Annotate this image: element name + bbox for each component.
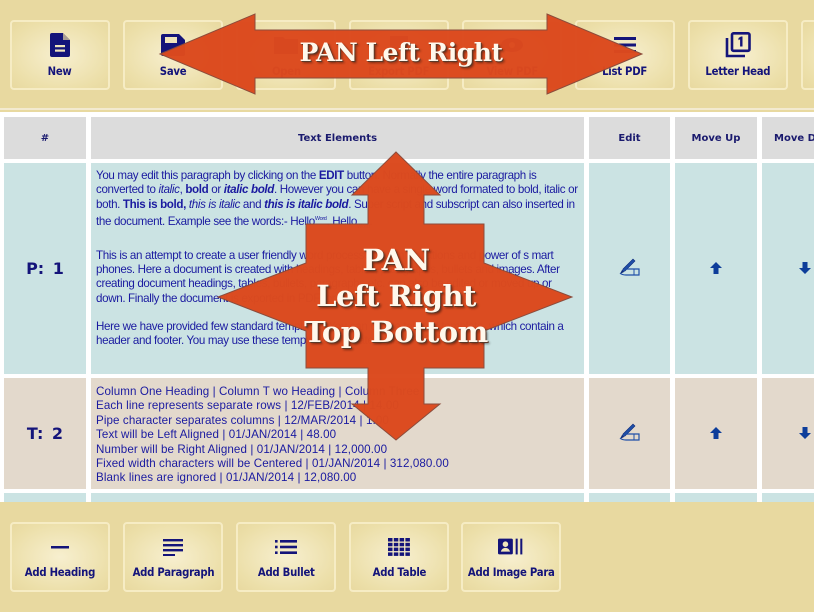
add-bullet-label: Add Bullet	[257, 564, 315, 579]
save-icon	[160, 32, 186, 58]
open-button[interactable]: Open	[236, 20, 336, 90]
save-label: Save	[159, 64, 187, 78]
new-button[interactable]: New	[10, 20, 110, 90]
table-element-content[interactable]: Column One Heading | Column T wo Heading…	[91, 378, 584, 489]
header-number: #	[4, 117, 86, 159]
edit-button-row-1[interactable]	[589, 163, 670, 374]
open-label: Open	[271, 64, 301, 78]
top-toolbar: New Save Open Export PDF View PDF List P…	[0, 0, 814, 110]
row-3-partial	[4, 493, 86, 502]
table-line: Pipe character separates columns | 12/MA…	[96, 413, 389, 427]
add-image-para-button[interactable]: Add Image Para	[461, 522, 561, 592]
table-line: Column One Heading | Column T wo Heading…	[96, 385, 420, 398]
view-pdf-button[interactable]: View PDF	[462, 20, 562, 90]
bottom-toolbar: Add Heading Add Paragraph Add Bullet Add…	[0, 502, 814, 612]
letter-head-button[interactable]: Letter Head	[688, 20, 788, 90]
new-label: New	[48, 64, 72, 78]
add-heading-label: Add Heading	[24, 564, 96, 579]
paragraph-2: This is an attempt to create a user frie…	[96, 248, 560, 305]
add-table-button[interactable]: Add Table	[349, 522, 449, 592]
row-label-t2: T: 2	[4, 378, 86, 489]
open-icon	[273, 32, 299, 58]
paragraph-content[interactable]: You may edit this paragraph by clicking …	[91, 163, 584, 374]
move-down-button-row-2[interactable]	[762, 378, 814, 489]
more-toolbar-button[interactable]	[801, 20, 814, 90]
add-heading-button[interactable]: Add Heading	[10, 522, 110, 592]
new-document-icon	[47, 32, 73, 58]
move-down-button-row-1[interactable]	[762, 163, 814, 374]
add-paragraph-label: Add Paragraph	[132, 564, 214, 579]
letter-head-icon	[725, 32, 751, 58]
view-pdf-label: View PDF	[486, 64, 538, 78]
header-edit: Edit	[589, 117, 670, 159]
row-label-p1: P: 1	[4, 163, 86, 374]
arrow-down-icon	[799, 259, 811, 278]
image-para-icon	[498, 536, 524, 558]
export-pdf-icon	[386, 32, 412, 58]
table-line: Blank lines are ignored | 01/JAN/2014 | …	[96, 471, 357, 485]
list-pdf-button[interactable]: List PDF	[575, 20, 675, 90]
row-3-partial	[91, 493, 584, 502]
arrow-up-icon	[710, 424, 722, 443]
move-up-button-row-1[interactable]	[675, 163, 757, 374]
edit-button-row-2[interactable]	[589, 378, 670, 489]
edit-pen-hand-icon	[617, 257, 643, 281]
add-image-para-label: Add Image Para	[467, 564, 555, 579]
add-paragraph-button[interactable]: Add Paragraph	[123, 522, 223, 592]
arrow-down-icon	[799, 424, 811, 443]
table-line: Number will be Right Aligned | 01/JAN/20…	[96, 442, 388, 456]
header-move-down: Move Down	[762, 117, 814, 159]
paragraph-icon	[160, 536, 186, 558]
elements-table: # Text Elements Edit Move Up Move Down P…	[0, 112, 814, 502]
row-3-partial	[589, 493, 670, 502]
table-line: Each line represents separate rows | 12/…	[96, 399, 399, 413]
paragraph-3: Here we have provided few standard templ…	[96, 320, 564, 348]
row-3-partial	[675, 493, 757, 502]
table-line: Text will be Left Aligned | 01/JAN/2014 …	[96, 428, 337, 442]
arrow-up-icon	[710, 259, 722, 278]
add-table-label: Add Table	[372, 564, 426, 579]
move-up-button-row-2[interactable]	[675, 378, 757, 489]
table-grid-icon	[386, 536, 412, 558]
list-pdf-label: List PDF	[602, 64, 648, 78]
view-pdf-icon	[499, 32, 525, 58]
save-button[interactable]: Save	[123, 20, 223, 90]
row-3-partial	[762, 493, 814, 502]
header-text-elements: Text Elements	[91, 117, 584, 159]
header-move-up: Move Up	[675, 117, 757, 159]
add-bullet-button[interactable]: Add Bullet	[236, 522, 336, 592]
edit-pen-hand-icon	[617, 422, 643, 446]
list-icon	[612, 32, 638, 58]
export-pdf-button[interactable]: Export PDF	[349, 20, 449, 90]
heading-icon	[47, 536, 73, 558]
export-pdf-label: Export PDF	[368, 64, 430, 78]
paragraph-1: You may edit this paragraph by clicking …	[96, 169, 578, 231]
table-line: Fixed width characters will be Centered …	[96, 457, 449, 471]
letter-head-label: Letter Head	[705, 64, 771, 78]
bullet-list-icon	[273, 536, 299, 558]
